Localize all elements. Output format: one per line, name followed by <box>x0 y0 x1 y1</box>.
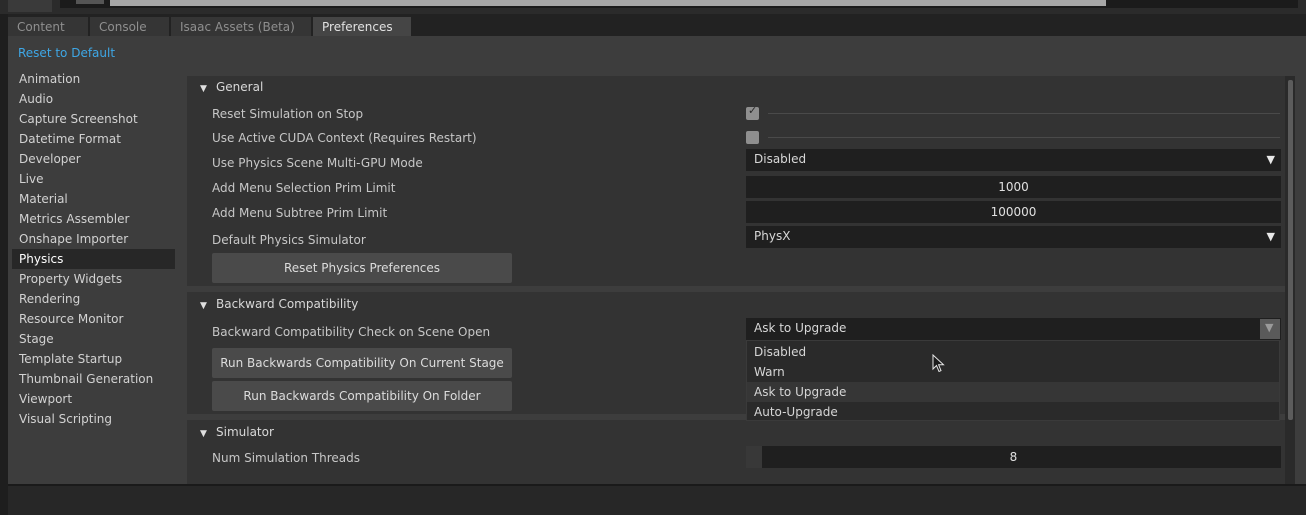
checkmark-icon: ✓ <box>748 104 758 117</box>
top-strip <box>0 0 1306 14</box>
default-simulator-value: PhysX <box>754 229 791 243</box>
reset-sim-checkbox[interactable]: ✓ <box>746 104 759 120</box>
top-strip-knob[interactable] <box>76 0 104 4</box>
triangle-down-icon: ▼ <box>1266 153 1275 166</box>
tab-console[interactable]: Console <box>90 17 169 36</box>
simulator-section-title: Simulator <box>216 425 274 439</box>
cuda-context-checkbox[interactable] <box>746 131 759 144</box>
left-edge <box>0 14 8 515</box>
nav-item-resource-monitor[interactable]: Resource Monitor <box>12 309 175 329</box>
nav-item-stage[interactable]: Stage <box>12 329 175 349</box>
tab-isaac-assets[interactable]: Isaac Assets (Beta) <box>171 17 311 36</box>
menu-selection-limit-value: 1000 <box>998 180 1029 194</box>
menu-selection-limit-field[interactable]: 1000 <box>746 176 1281 198</box>
scrollbar-thumb[interactable] <box>1288 80 1293 420</box>
nav-item-developer[interactable]: Developer <box>12 149 175 169</box>
num-sim-threads-fill <box>746 446 763 468</box>
menu-selection-limit-label: Add Menu Selection Prim Limit <box>212 181 396 195</box>
menu-subtree-limit-value: 100000 <box>990 205 1037 219</box>
tab-preferences[interactable]: Preferences <box>313 17 411 36</box>
top-progress-bar <box>110 0 1106 6</box>
option-auto-upgrade[interactable]: Auto-Upgrade <box>747 402 1279 422</box>
nav-item-onshape-importer[interactable]: Onshape Importer <box>12 229 175 249</box>
multigpu-value: Disabled <box>754 152 807 166</box>
num-sim-threads-value: 8 <box>1009 450 1018 464</box>
run-backwards-compat-folder-button[interactable]: Run Backwards Compatibility On Folder <box>212 381 512 411</box>
nav-item-visual-scripting[interactable]: Visual Scripting <box>12 409 175 429</box>
backward-compat-options-popup: Disabled Warn Ask to Upgrade Auto-Upgrad… <box>746 340 1280 421</box>
reset-to-default-link[interactable]: Reset to Default <box>18 46 115 60</box>
menu-subtree-limit-label: Add Menu Subtree Prim Limit <box>212 206 388 220</box>
nav-item-live[interactable]: Live <box>12 169 175 189</box>
menu-subtree-limit-field[interactable]: 100000 <box>746 201 1281 223</box>
option-disabled[interactable]: Disabled <box>747 342 1279 362</box>
nav-item-property-widgets[interactable]: Property Widgets <box>12 269 175 289</box>
nav-item-physics[interactable]: Physics <box>12 249 175 269</box>
nav-item-datetime-format[interactable]: Datetime Format <box>12 129 175 149</box>
backward-compat-section-header[interactable]: ▼ Backward Compatibility <box>200 297 358 311</box>
simulator-section-header[interactable]: ▼ Simulator <box>200 425 274 439</box>
multigpu-dropdown[interactable]: Disabled ▼ <box>746 149 1281 171</box>
reset-physics-preferences-button[interactable]: Reset Physics Preferences <box>212 253 512 283</box>
multigpu-label: Use Physics Scene Multi-GPU Mode <box>212 156 423 170</box>
option-ask-to-upgrade[interactable]: Ask to Upgrade <box>747 382 1279 402</box>
cuda-context-label: Use Active CUDA Context (Requires Restar… <box>212 131 477 145</box>
general-section-title: General <box>216 80 264 94</box>
top-strip-left-block <box>8 0 52 12</box>
nav-item-rendering[interactable]: Rendering <box>12 289 175 309</box>
tab-bar: Content Console Isaac Assets (Beta) Pref… <box>8 14 1306 36</box>
run-backwards-compat-stage-button[interactable]: Run Backwards Compatibility On Current S… <box>212 348 512 378</box>
num-sim-threads-label: Num Simulation Threads <box>212 451 361 465</box>
divider-line <box>768 137 1280 138</box>
backward-compat-section-title: Backward Compatibility <box>216 297 359 311</box>
nav-item-animation[interactable]: Animation <box>12 69 175 89</box>
nav-item-thumbnail-generation[interactable]: Thumbnail Generation <box>12 369 175 389</box>
default-simulator-dropdown[interactable]: PhysX ▼ <box>746 226 1281 248</box>
divider-line <box>768 113 1280 114</box>
nav-item-viewport[interactable]: Viewport <box>12 389 175 409</box>
triangle-down-icon: ▼ <box>1265 321 1274 334</box>
num-sim-threads-slider[interactable]: 8 <box>746 446 1281 468</box>
nav-item-template-startup[interactable]: Template Startup <box>12 349 175 369</box>
backward-compat-check-dropdown[interactable]: Ask to Upgrade ▼ <box>746 318 1281 340</box>
reset-sim-label: Reset Simulation on Stop <box>212 107 364 121</box>
collapse-triangle-icon: ▼ <box>200 301 207 311</box>
backward-compat-check-label: Backward Compatibility Check on Scene Op… <box>212 325 491 339</box>
collapse-triangle-icon: ▼ <box>200 429 207 439</box>
default-simulator-label: Default Physics Simulator <box>212 233 366 247</box>
nav-item-material[interactable]: Material <box>12 189 175 209</box>
option-warn[interactable]: Warn <box>747 362 1279 382</box>
tab-content[interactable]: Content <box>8 17 88 36</box>
triangle-down-icon: ▼ <box>1266 230 1275 243</box>
nav-item-capture-screenshot[interactable]: Capture Screenshot <box>12 109 175 129</box>
backward-compat-check-value: Ask to Upgrade <box>754 321 847 335</box>
nav-item-audio[interactable]: Audio <box>12 89 175 109</box>
bottom-bar <box>8 484 1306 515</box>
mouse-pointer-icon <box>932 354 945 373</box>
general-section-header[interactable]: ▼ General <box>200 80 263 94</box>
dropdown-arrow-button[interactable]: ▼ <box>1260 319 1280 339</box>
collapse-triangle-icon: ▼ <box>200 84 207 94</box>
nav-item-metrics-assembler[interactable]: Metrics Assembler <box>12 209 175 229</box>
